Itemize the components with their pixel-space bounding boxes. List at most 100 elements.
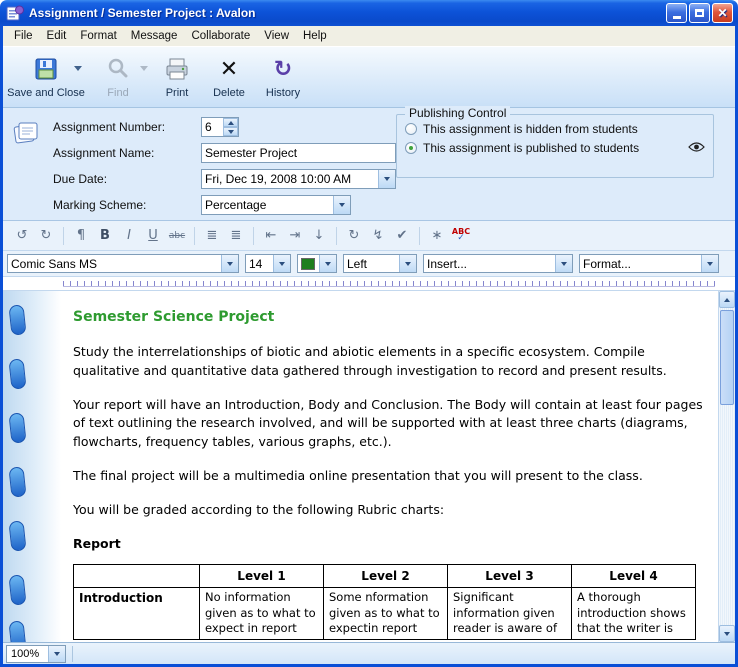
font-size-combobox[interactable]: 14 (245, 254, 291, 273)
quick-format-icon[interactable]: ↯ (367, 225, 389, 246)
scroll-down-button[interactable] (719, 625, 735, 642)
table-header-cell: Level 3 (448, 565, 572, 588)
save-icon (33, 54, 59, 84)
menu-view[interactable]: View (257, 28, 296, 44)
align-right-icon[interactable]: ≣ (225, 225, 247, 246)
close-button[interactable]: ✕ (712, 3, 733, 23)
radio-published[interactable] (405, 142, 417, 154)
assignment-form: Assignment Number: 6 Assignment Name: Se… (3, 108, 735, 221)
main-toolbar: Save and Close Find (3, 46, 735, 108)
assignment-number-label: Assignment Number: (53, 120, 201, 134)
save-and-close-label: Save and Close (7, 87, 85, 99)
format-combobox[interactable]: Format... (579, 254, 719, 273)
due-date-dropdown-button[interactable] (378, 170, 395, 188)
menu-message[interactable]: Message (124, 28, 185, 44)
insert-dropdown-button[interactable] (555, 255, 572, 273)
maximize-button[interactable] (689, 3, 710, 23)
radio-hidden[interactable] (405, 123, 417, 135)
outdent-icon[interactable]: ⇤ (260, 225, 282, 246)
history-button[interactable]: ↻ History (255, 51, 311, 105)
assignment-number-value: 6 (205, 120, 212, 134)
undo-icon[interactable]: ↺ (11, 225, 33, 246)
table-header-cell: Level 4 (572, 565, 696, 588)
find-menu-arrow[interactable] (140, 66, 148, 71)
insert-value: Insert... (427, 257, 467, 271)
app-icon (6, 5, 24, 21)
color-dropdown-button[interactable] (319, 255, 336, 273)
document-heading: Semester Science Project (73, 307, 704, 328)
size-dropdown-button[interactable] (273, 255, 290, 273)
strikethrough-icon[interactable]: abc (166, 225, 188, 246)
menu-file[interactable]: File (7, 28, 40, 44)
status-bar: 100% (3, 642, 735, 664)
align-dropdown-button[interactable] (399, 255, 416, 273)
binding-capsule (8, 574, 26, 605)
spell-check-icon[interactable]: ABC ✓ (450, 225, 472, 246)
special-characters-icon[interactable]: ∗ (426, 225, 448, 246)
insert-combobox[interactable]: Insert... (423, 254, 573, 273)
menu-collaborate[interactable]: Collaborate (184, 28, 257, 44)
menu-edit[interactable]: Edit (40, 28, 74, 44)
italic-icon[interactable]: I (118, 225, 140, 246)
print-button[interactable]: Print (151, 51, 203, 105)
table-row: Introduction No information given as to … (74, 588, 696, 640)
scroll-up-button[interactable] (719, 291, 735, 308)
paragraph-marks-icon[interactable]: ¶ (70, 225, 92, 246)
dropdown-arrow-icon (384, 177, 390, 181)
font-dropdown-button[interactable] (221, 255, 238, 273)
document-editor[interactable]: Semester Science Project Study the inter… (3, 291, 718, 642)
find-label: Find (107, 87, 128, 99)
binding-capsule (8, 304, 26, 335)
zoom-combobox[interactable]: 100% (6, 645, 66, 663)
alignment-combobox[interactable]: Left (343, 254, 417, 273)
font-color-combobox[interactable] (297, 254, 337, 273)
binding-capsule (8, 412, 26, 443)
down-arrow-icon (724, 632, 730, 636)
menu-format[interactable]: Format (73, 28, 123, 44)
font-family-value: Comic Sans MS (11, 257, 97, 271)
redo-icon[interactable]: ↻ (35, 225, 57, 246)
assignment-name-input[interactable]: Semester Project (201, 143, 396, 163)
paragraph: Study the interrelationships of biotic a… (73, 343, 704, 381)
save-menu-arrow[interactable] (74, 66, 82, 71)
print-icon (164, 54, 190, 84)
hidden-option-row[interactable]: This assignment is hidden from students (405, 119, 707, 138)
assignment-name-value: Semester Project (205, 146, 297, 160)
ruler[interactable] (3, 277, 735, 291)
format-value: Format... (583, 257, 631, 271)
published-option-label: This assignment is published to students (423, 141, 639, 155)
scrollbar-thumb[interactable] (720, 310, 734, 405)
table-cell: Significant information given reader is … (448, 588, 572, 640)
assignment-number-field[interactable]: 6 (201, 117, 239, 137)
line-spacing-icon[interactable]: ↓ (308, 225, 330, 246)
spinner-down-button[interactable] (223, 127, 238, 136)
format-dropdown-button[interactable] (701, 255, 718, 273)
dropdown-arrow-icon (707, 262, 713, 266)
format-toolbar-dropdowns: Comic Sans MS 14 Left Insert... Format..… (3, 251, 735, 277)
indent-icon[interactable]: ⇥ (284, 225, 306, 246)
find-button[interactable]: Find (85, 51, 151, 105)
paragraph: The final project will be a multimedia o… (73, 467, 704, 486)
delete-button[interactable]: ✕ Delete (203, 51, 255, 105)
underline-icon[interactable]: U (142, 225, 164, 246)
font-family-combobox[interactable]: Comic Sans MS (7, 254, 239, 273)
vertical-scrollbar[interactable] (718, 291, 735, 642)
history-icon: ↻ (274, 54, 292, 84)
zoom-dropdown-button[interactable] (48, 646, 65, 662)
due-date-combobox[interactable]: Fri, Dec 19, 2008 10:00 AM (201, 169, 396, 189)
revert-icon[interactable]: ↻ (343, 225, 365, 246)
save-and-close-button[interactable]: Save and Close (7, 51, 85, 105)
marking-scheme-dropdown-button[interactable] (333, 196, 350, 214)
app-window: Assignment / Semester Project : Avalon ✕… (0, 0, 738, 667)
down-arrow-icon (228, 130, 234, 134)
apply-format-icon[interactable]: ✔ (391, 225, 413, 246)
bold-icon[interactable]: B (94, 225, 116, 246)
menu-help[interactable]: Help (296, 28, 334, 44)
marking-scheme-combobox[interactable]: Percentage (201, 195, 351, 215)
minimize-button[interactable] (666, 3, 687, 23)
align-left-icon[interactable]: ≣ (201, 225, 223, 246)
published-option-row[interactable]: This assignment is published to students (405, 138, 707, 157)
spinner-up-button[interactable] (223, 118, 238, 127)
due-date-value: Fri, Dec 19, 2008 10:00 AM (205, 172, 351, 186)
scrollbar-track[interactable] (719, 308, 735, 625)
